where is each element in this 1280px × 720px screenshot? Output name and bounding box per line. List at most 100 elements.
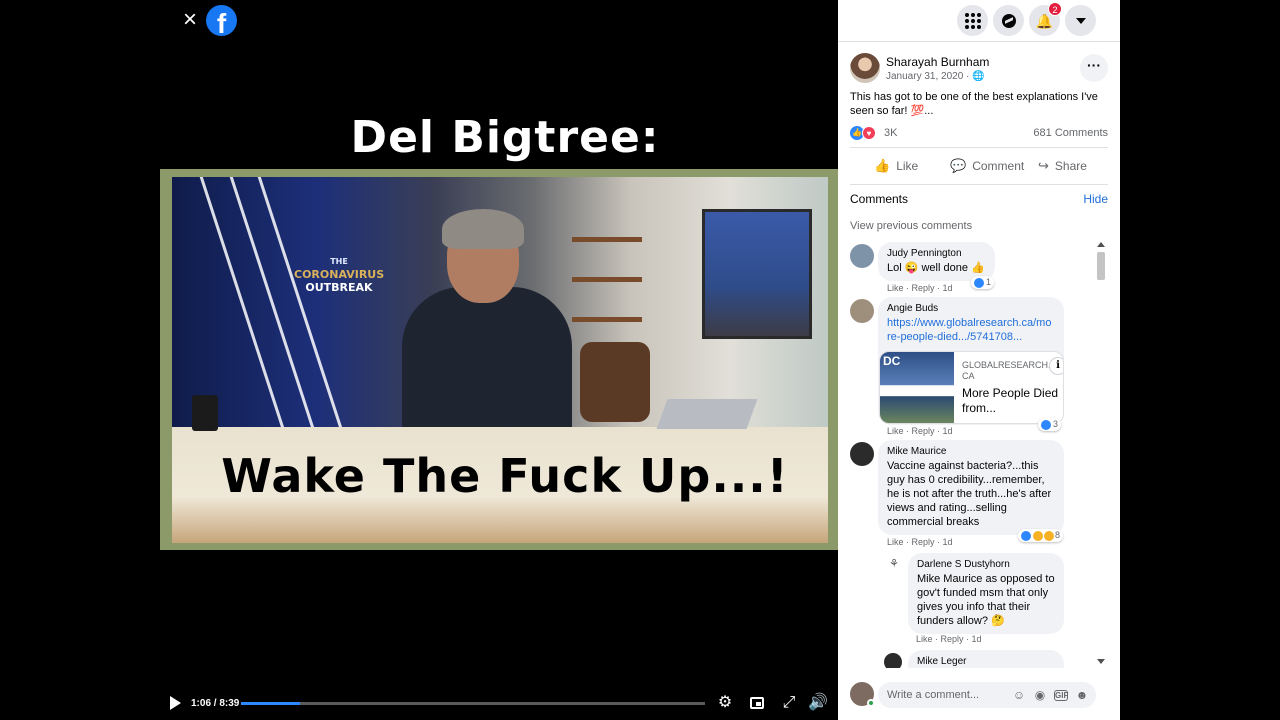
comment-age: 1d: [942, 426, 953, 436]
close-icon[interactable]: ×: [178, 8, 202, 32]
post-author[interactable]: Sharayah Burnham: [886, 55, 989, 69]
video-controls: 1:06 / 8:39 ⚙ ⤢ 🔊: [160, 692, 838, 716]
comment-button[interactable]: 💬 Comment: [950, 158, 1024, 174]
video-progress-bar[interactable]: [241, 702, 705, 705]
comment-like-link[interactable]: Like: [887, 283, 904, 293]
link-preview-domain: GLOBALRESEARCH.CA: [962, 360, 1051, 381]
gif-icon[interactable]: GIF: [1054, 690, 1068, 701]
commenter-name[interactable]: Judy Pennington: [887, 248, 986, 260]
facebook-logo-icon[interactable]: f: [206, 5, 237, 36]
video-progress-fill: [241, 702, 300, 705]
comment-text: Lol 😜 well done 👍: [887, 262, 985, 274]
studio-shelf: [572, 237, 642, 242]
mention-link[interactable]: Mike Maurice: [917, 573, 982, 585]
comment-bubble-icon: 💬: [950, 158, 967, 173]
author-avatar[interactable]: [850, 53, 880, 83]
reply-bubble: Mike Leger: [908, 650, 1064, 668]
messenger-button[interactable]: [993, 5, 1024, 36]
comment-count[interactable]: 681 Comments: [1033, 127, 1108, 139]
presenter-hair: [442, 209, 524, 249]
like-button[interactable]: 👍 Like: [874, 158, 918, 174]
commenter-avatar[interactable]: [850, 244, 874, 268]
video-time: 1:06 / 8:39: [191, 698, 240, 709]
video-frame[interactable]: THE CORONAVIRUS OUTBREAK Wake The Fuck U…: [160, 169, 838, 550]
commenter-name[interactable]: Angie Buds: [887, 303, 1055, 315]
screen: × f Del Bigtree: THE CORONAVIRUS OUTBREA…: [0, 0, 1280, 720]
commenter-avatar[interactable]: [850, 442, 874, 466]
bell-icon: 🔔: [1035, 12, 1054, 29]
studio-chair: [580, 342, 650, 422]
comment-reply-link[interactable]: Reply: [912, 537, 935, 547]
comments-list: Judy Pennington Lol 😜 well done 👍 1 Like…: [838, 240, 1108, 668]
studio-logo-line3: OUTBREAK: [305, 281, 373, 294]
comment-meta: Like · Reply · 1d: [916, 634, 982, 644]
post-meta: January 31, 2020 · 🌐: [886, 71, 985, 82]
studio-window: [702, 209, 812, 339]
comment-bubble: Mike Maurice Vaccine against bacteria?..…: [878, 440, 1064, 535]
menu-button[interactable]: [957, 5, 988, 36]
commenter-name[interactable]: Mike Leger: [917, 656, 1055, 668]
fullscreen-icon[interactable]: ⤢: [780, 694, 798, 712]
notifications-button[interactable]: 🔔 2: [1029, 2, 1062, 36]
reply-bubble: Darlene S Dustyhorn Mike Maurice as oppo…: [908, 553, 1064, 634]
volume-icon[interactable]: 🔊: [808, 694, 828, 712]
comment-like-link[interactable]: Like: [916, 634, 933, 644]
link-preview-title: More People Died from...: [962, 386, 1059, 415]
comment-reaction-count[interactable]: 3: [1038, 418, 1062, 431]
comment-age: 1d: [942, 537, 953, 547]
scroll-up-icon[interactable]: [1097, 242, 1105, 247]
more-options-button[interactable]: ···: [1080, 54, 1108, 82]
coffee-cup: [192, 395, 218, 431]
thumbs-up-icon: 👍: [874, 158, 891, 173]
commenter-avatar[interactable]: [850, 299, 874, 323]
comment-like-link[interactable]: Like: [887, 426, 904, 436]
comments-header: Comments Hide: [850, 192, 1108, 208]
post-side-panel: 🔔 2 Sharayah Burnham January 31, 2020 · …: [838, 0, 1120, 720]
comment-composer: ☺ ◉ GIF ☻: [838, 678, 1120, 714]
comment-reply-link[interactable]: Reply: [912, 283, 935, 293]
view-previous-comments-link[interactable]: View previous comments: [850, 220, 972, 232]
messenger-icon: [1001, 13, 1016, 28]
comments-heading: Comments: [850, 192, 909, 206]
share-button[interactable]: ↪ Share: [1038, 158, 1087, 174]
info-icon[interactable]: i: [1049, 357, 1063, 375]
commenter-name[interactable]: Darlene S Dustyhorn: [917, 559, 1055, 571]
sticker-icon[interactable]: ☻: [1075, 688, 1089, 702]
scroll-down-icon[interactable]: [1097, 659, 1105, 664]
emoji-icon[interactable]: ☺: [1012, 688, 1026, 702]
like-label: Like: [896, 159, 919, 173]
globe-icon: 🌐: [972, 71, 985, 82]
account-menu-button[interactable]: [1065, 5, 1096, 36]
online-status-indicator: [867, 699, 875, 707]
comment-label: Comment: [972, 159, 1025, 173]
comment-meta: Like · Reply · 1d: [887, 283, 953, 293]
comment-like-link[interactable]: Like: [887, 537, 904, 547]
comment-reply-link[interactable]: Reply: [941, 634, 964, 644]
post-text: This has got to be one of the best expla…: [850, 91, 1098, 117]
page-background-strip: [1120, 0, 1280, 720]
comment-link[interactable]: https://www.globalresearch.ca/more-peopl…: [887, 316, 1055, 344]
settings-icon[interactable]: ⚙: [716, 694, 734, 712]
hide-comments-link[interactable]: Hide: [1083, 192, 1108, 206]
picture-in-picture-icon[interactable]: [748, 694, 766, 712]
comment-reaction-count[interactable]: 8: [1018, 529, 1064, 542]
post-header: Sharayah Burnham January 31, 2020 · 🌐 ··…: [850, 53, 1108, 85]
commenter-avatar[interactable]: ⚘: [886, 556, 902, 572]
scroll-thumb[interactable]: [1097, 252, 1105, 280]
reaction-count[interactable]: 3K: [884, 127, 897, 139]
play-icon[interactable]: [170, 696, 181, 710]
reactions-summary: 👍 ♥ 3K 681 Comments: [850, 125, 1108, 141]
comment-meta: Like · Reply · 1d: [887, 426, 953, 436]
comment-reaction-count[interactable]: 1: [971, 276, 995, 289]
studio-logo-line1: THE: [330, 257, 348, 266]
comment-reply-link[interactable]: Reply: [912, 426, 935, 436]
comments-scrollbar[interactable]: [1096, 240, 1106, 668]
camera-icon[interactable]: ◉: [1033, 688, 1047, 702]
notification-badge: 2: [1048, 2, 1062, 16]
post-date[interactable]: January 31, 2020 ·: [886, 71, 972, 82]
commenter-avatar[interactable]: [884, 653, 902, 668]
commenter-name[interactable]: Mike Maurice: [887, 446, 1055, 458]
studio-logo-line2: CORONAVIRUS: [294, 268, 385, 281]
menu-grid-icon: [964, 12, 981, 29]
link-preview-card[interactable]: DC GLOBALRESEARCH.CA More People Died fr…: [879, 351, 1064, 424]
